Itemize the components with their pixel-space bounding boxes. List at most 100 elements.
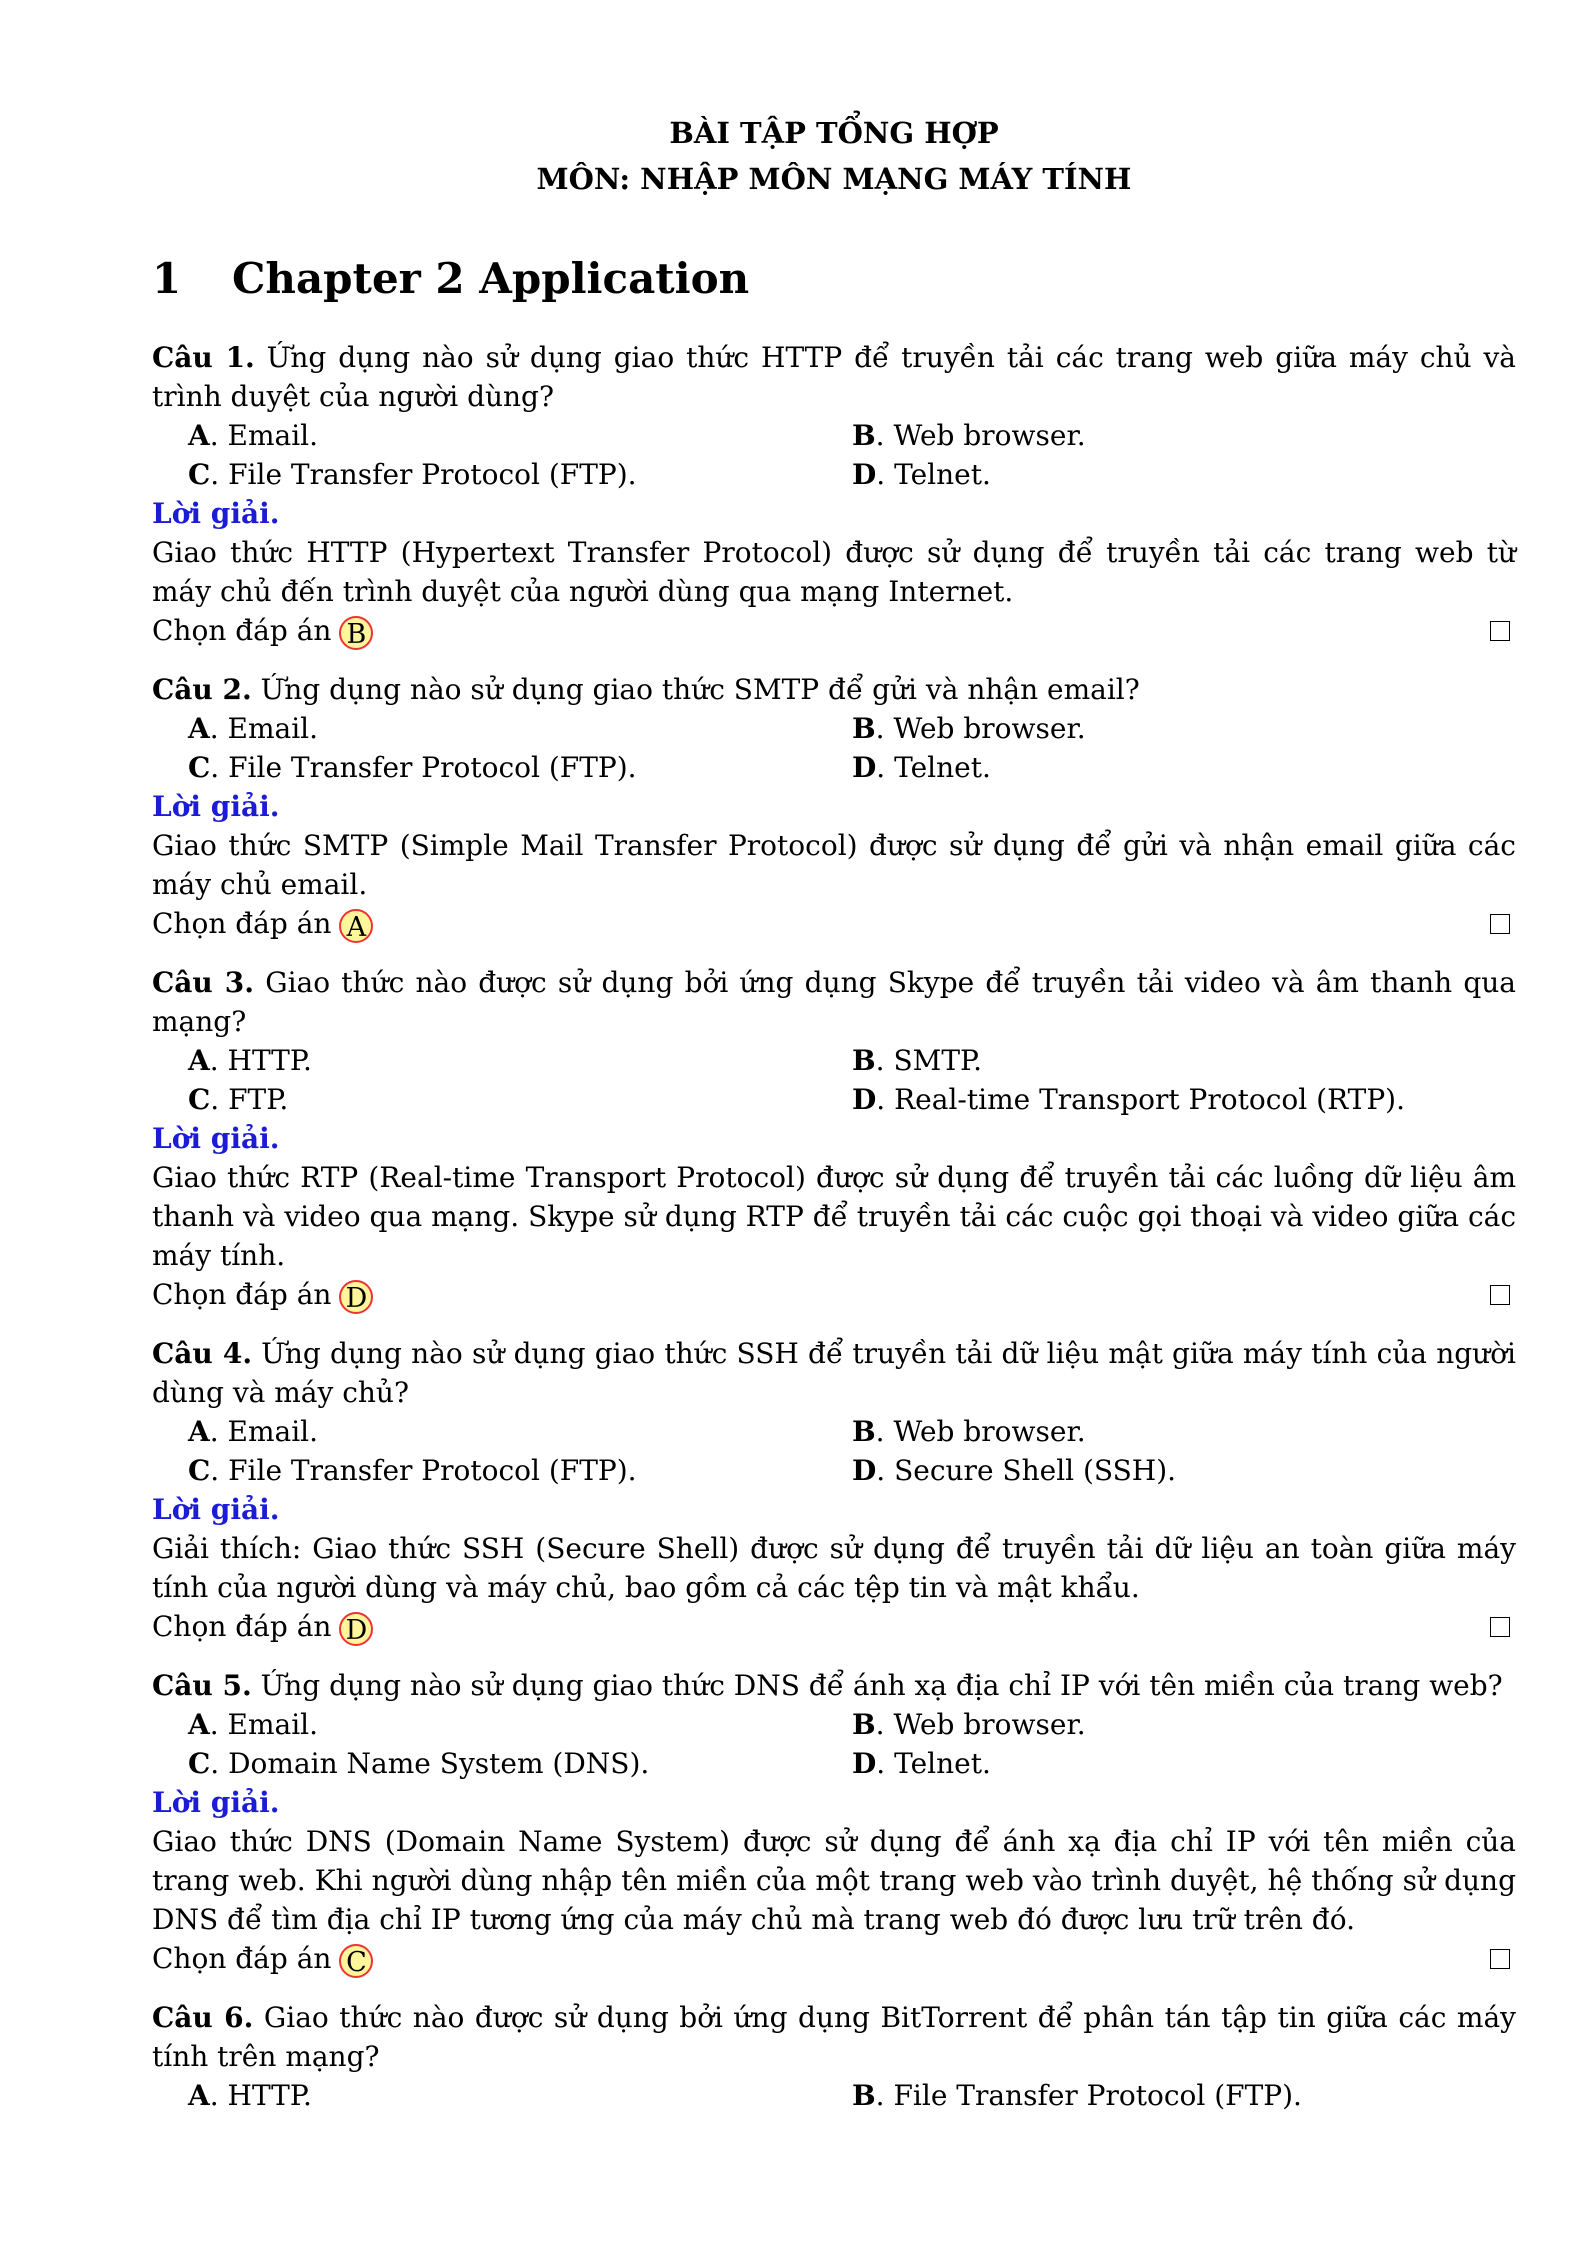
solution-explanation: Giao thức SMTP (Simple Mail Transfer Pro… bbox=[152, 829, 1516, 901]
question-block: Câu 5. Ứng dụng nào sử dụng giao thức DN… bbox=[152, 1666, 1516, 1978]
question-label: Câu 3. bbox=[152, 966, 255, 999]
option-letter: B bbox=[852, 1708, 876, 1741]
answer-options: A. Email. B. Web browser. C. File Transfer… bbox=[152, 416, 1516, 494]
question-stem: Ứng dụng nào sử dụng giao thức SMTP để g… bbox=[260, 673, 1140, 706]
solution-explanation: Giải thích: Giao thức SSH (Secure Shell)… bbox=[152, 1532, 1516, 1604]
option-c: C. File Transfer Protocol (FTP). bbox=[188, 458, 637, 491]
option-text: Telnet. bbox=[894, 1747, 991, 1780]
option-text: Web browser. bbox=[893, 1415, 1086, 1448]
option-d: D. Telnet. bbox=[852, 751, 991, 784]
answer-line: Chọn đáp án C bbox=[152, 1939, 1516, 1978]
option-letter: B bbox=[852, 712, 876, 745]
answer-prefix: Chọn đáp án bbox=[152, 1942, 332, 1975]
answer-prefix: Chọn đáp án bbox=[152, 907, 332, 940]
document-title-line2: MÔN: NHẬP MÔN MẠNG MÁY TÍNH bbox=[536, 162, 1132, 196]
option-text: Email. bbox=[227, 1415, 319, 1448]
qed-box-icon bbox=[1490, 913, 1510, 934]
option-text: HTTP. bbox=[227, 1044, 312, 1077]
question-label: Câu 6. bbox=[152, 2001, 254, 2034]
option-letter: A bbox=[188, 419, 210, 452]
option-letter: A bbox=[188, 1415, 210, 1448]
option-text: File Transfer Protocol (FTP). bbox=[228, 458, 637, 491]
option-letter: A bbox=[188, 1708, 210, 1741]
option-c: C. Domain Name System (DNS). bbox=[188, 1747, 650, 1780]
option-letter: C bbox=[188, 1747, 211, 1780]
option-letter: B bbox=[852, 1415, 876, 1448]
answer-choice: Chọn đáp án D bbox=[152, 1275, 374, 1314]
answer-options: A. Email. B. Web browser. C. Domain Name S… bbox=[152, 1705, 1516, 1783]
question-label: Câu 5. bbox=[152, 1669, 252, 1702]
option-text: Web browser. bbox=[893, 1708, 1086, 1741]
question-stem: Ứng dụng nào sử dụng giao thức HTTP để t… bbox=[152, 341, 1517, 413]
question-block: Câu 4. Ứng dụng nào sử dụng giao thức SS… bbox=[152, 1334, 1516, 1646]
answer-line: Chọn đáp án A bbox=[152, 904, 1516, 943]
option-c: C. File Transfer Protocol (FTP). bbox=[188, 1454, 637, 1487]
option-letter: C bbox=[188, 751, 211, 784]
option-text: FTP. bbox=[228, 1083, 289, 1116]
option-letter: B bbox=[852, 1044, 876, 1077]
solution-label: Lời giải. bbox=[152, 1786, 280, 1819]
solution-explanation: Giao thức RTP (Real-time Transport Proto… bbox=[152, 1161, 1516, 1272]
solution-label: Lời giải. bbox=[152, 790, 280, 823]
option-text: Secure Shell (SSH). bbox=[894, 1454, 1177, 1487]
option-text: Email. bbox=[227, 712, 319, 745]
answer-choice: Chọn đáp án B bbox=[152, 611, 374, 650]
solution-label: Lời giải. bbox=[152, 1493, 280, 1526]
question-block: Câu 6. Giao thức nào được sử dụng bởi ứn… bbox=[152, 1998, 1516, 2115]
option-text: Domain Name System (DNS). bbox=[228, 1747, 650, 1780]
question-label: Câu 1. bbox=[152, 341, 255, 374]
question-stem: Giao thức nào được sử dụng bởi ứng dụng … bbox=[152, 2001, 1516, 2073]
option-letter: D bbox=[852, 1747, 877, 1780]
option-letter: B bbox=[852, 2079, 876, 2112]
option-text: File Transfer Protocol (FTP). bbox=[893, 2079, 1302, 2112]
option-text: Email. bbox=[227, 419, 319, 452]
option-a: A. HTTP. bbox=[188, 2079, 312, 2112]
answer-circle: D bbox=[339, 1611, 374, 1646]
answer-options: A. Email. B. Web browser. C. File Transfer… bbox=[152, 1412, 1516, 1490]
option-letter: A bbox=[188, 2079, 210, 2112]
option-letter: D bbox=[852, 751, 877, 784]
document-title-line1: BÀI TẬP TỔNG HỢP bbox=[669, 116, 999, 150]
solution-label: Lời giải. bbox=[152, 1122, 280, 1155]
option-d: D. Real-time Transport Protocol (RTP). bbox=[852, 1083, 1405, 1116]
option-letter: C bbox=[188, 1454, 211, 1487]
answer-options: A. HTTP. B. File Transfer Protocol (FTP). bbox=[152, 2076, 1516, 2115]
option-c: C. FTP. bbox=[188, 1083, 289, 1116]
answer-prefix: Chọn đáp án bbox=[152, 614, 332, 647]
answer-prefix: Chọn đáp án bbox=[152, 1278, 332, 1311]
option-b: B. File Transfer Protocol (FTP). bbox=[852, 2079, 1302, 2112]
answer-options: A. HTTP. B. SMTP. C. FTP. D. Real-time Tran… bbox=[152, 1041, 1516, 1119]
option-text: File Transfer Protocol (FTP). bbox=[228, 751, 637, 784]
question-text: Câu 1. Ứng dụng nào sử dụng giao thức HT… bbox=[152, 338, 1516, 416]
option-a: A. Email. bbox=[188, 1415, 319, 1448]
option-letter: A bbox=[188, 1044, 210, 1077]
qed-box-icon bbox=[1490, 1616, 1510, 1637]
option-text: Web browser. bbox=[893, 419, 1086, 452]
question-text: Câu 4. Ứng dụng nào sử dụng giao thức SS… bbox=[152, 1334, 1516, 1412]
answer-circle: B bbox=[339, 615, 374, 650]
answer-line: Chọn đáp án B bbox=[152, 611, 1516, 650]
option-letter: C bbox=[188, 458, 211, 491]
answer-line: Chọn đáp án D bbox=[152, 1275, 1516, 1314]
question-text: Câu 6. Giao thức nào được sử dụng bởi ứn… bbox=[152, 1998, 1516, 2076]
question-stem: Ứng dụng nào sử dụng giao thức SSH để tr… bbox=[152, 1337, 1517, 1409]
solution-explanation: Giao thức DNS (Domain Name System) được … bbox=[152, 1825, 1516, 1936]
answer-prefix: Chọn đáp án bbox=[152, 1610, 332, 1643]
question-list: Câu 1. Ứng dụng nào sử dụng giao thức HT… bbox=[152, 338, 1516, 2115]
question-stem: Giao thức nào được sử dụng bởi ứng dụng … bbox=[152, 966, 1516, 1038]
option-letter: D bbox=[852, 1083, 877, 1116]
option-text: Telnet. bbox=[894, 458, 991, 491]
option-text: Web browser. bbox=[893, 712, 1086, 745]
option-text: Telnet. bbox=[894, 751, 991, 784]
question-text: Câu 5. Ứng dụng nào sử dụng giao thức DN… bbox=[152, 1666, 1516, 1705]
answer-circle: C bbox=[339, 1943, 374, 1978]
option-d: D. Secure Shell (SSH). bbox=[852, 1454, 1177, 1487]
answer-line: Chọn đáp án D bbox=[152, 1607, 1516, 1646]
option-letter: B bbox=[852, 419, 876, 452]
option-letter: D bbox=[852, 1454, 877, 1487]
option-b: B. Web browser. bbox=[852, 1708, 1086, 1741]
option-b: B. Web browser. bbox=[852, 1415, 1086, 1448]
question-text: Câu 3. Giao thức nào được sử dụng bởi ứn… bbox=[152, 963, 1516, 1041]
section-number: 1 bbox=[152, 254, 182, 303]
section-heading: 1 Chapter 2 Application bbox=[152, 254, 1516, 304]
